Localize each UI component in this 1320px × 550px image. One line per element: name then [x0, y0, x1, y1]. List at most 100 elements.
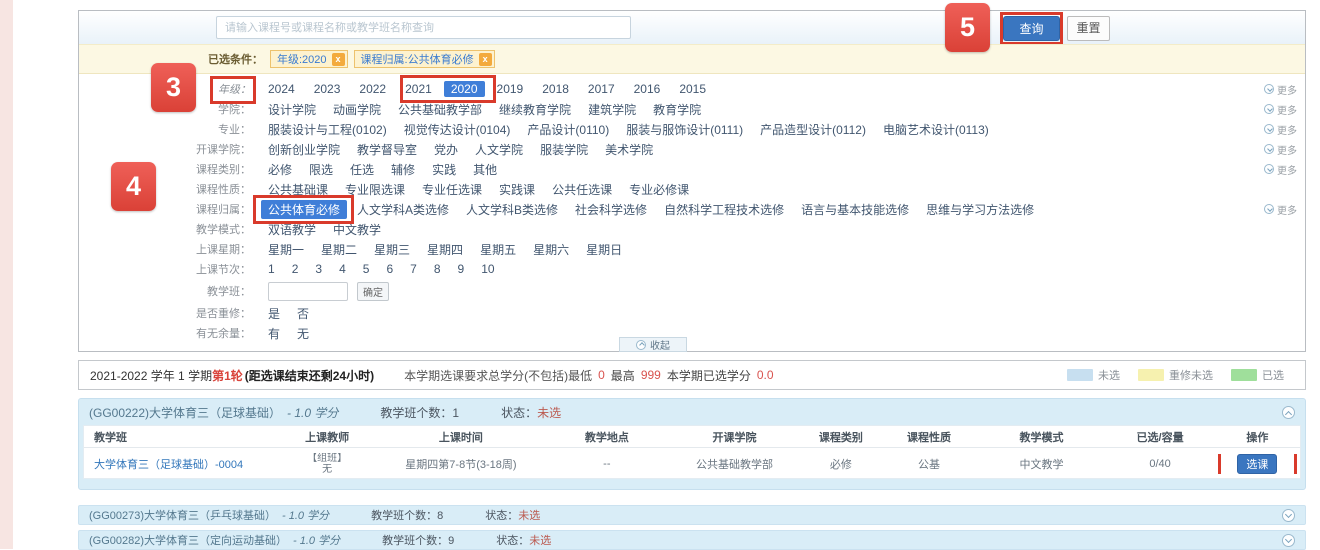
filter-option[interactable]: 公共体育必修 [261, 200, 347, 219]
filter-option[interactable]: 教学督导室 [357, 141, 417, 158]
more-link[interactable]: 更多 [1264, 122, 1297, 137]
mode-cell: 中文教学 [978, 456, 1106, 472]
filter-option[interactable]: 2019 [497, 82, 524, 96]
filter-option[interactable]: 4 [339, 262, 346, 276]
filter-option[interactable]: 辅修 [391, 161, 415, 178]
filter-option[interactable]: 教育学院 [653, 101, 701, 118]
more-link[interactable]: 更多 [1264, 202, 1297, 217]
filter-options: 服装设计与工程(0102) 视觉传达设计(0104) 产品设计(0110) 服装与服饰… [268, 121, 989, 138]
remove-tag-icon[interactable]: x [332, 53, 345, 66]
filter-option[interactable]: 人文学科B类选修 [466, 201, 558, 218]
filter-option[interactable]: 9 [458, 262, 465, 276]
condition-tag-belong[interactable]: 课程归属:公共体育必修 x [354, 50, 495, 68]
remove-tag-icon[interactable]: x [479, 53, 492, 66]
more-link[interactable]: 更多 [1264, 82, 1297, 97]
filter-option[interactable]: 电脑艺术设计(0113) [883, 121, 989, 138]
filter-option[interactable]: 2016 [634, 82, 661, 96]
filter-option[interactable]: 美术学院 [605, 141, 653, 158]
filter-option[interactable]: 实践课 [499, 181, 535, 198]
expand-group-icon[interactable] [1282, 509, 1295, 522]
filter-option[interactable]: 8 [434, 262, 441, 276]
filter-option[interactable]: 任选 [350, 161, 374, 178]
filter-option[interactable]: 公共基础教学部 [398, 101, 482, 118]
filter-option[interactable]: 专业限选课 [345, 181, 405, 198]
filter-option[interactable]: 人文学科A类选修 [357, 201, 449, 218]
col-header-time: 上课时间 [376, 429, 546, 445]
filter-option[interactable]: 6 [386, 262, 393, 276]
filter-option[interactable]: 2 [292, 262, 299, 276]
filter-option[interactable]: 设计学院 [268, 101, 316, 118]
course-credit: - 1.0 学分 [287, 404, 338, 421]
filter-option[interactable]: 无 [297, 325, 309, 342]
condition-tag-grade[interactable]: 年级:2020 x [270, 50, 348, 68]
filter-option[interactable]: 否 [297, 305, 309, 322]
filter-option[interactable]: 建筑学院 [588, 101, 636, 118]
reset-button[interactable]: 重置 [1067, 16, 1110, 41]
search-input[interactable] [216, 16, 631, 39]
filter-options: 是否 [268, 305, 309, 322]
filter-option[interactable]: 星期一 [268, 241, 304, 258]
filter-option[interactable]: 2022 [359, 82, 386, 96]
filter-option[interactable]: 星期三 [374, 241, 410, 258]
filter-option[interactable]: 公共任选课 [552, 181, 612, 198]
filter-option[interactable]: 限选 [309, 161, 333, 178]
filter-option[interactable]: 动画学院 [333, 101, 381, 118]
course-group-pingpong[interactable]: (GG00273)大学体育三（乒乓球基础） - 1.0 学分 教学班个数：8 状… [78, 505, 1306, 525]
more-link[interactable]: 更多 [1264, 102, 1297, 117]
collapse-filters-tab[interactable]: 收起 [619, 337, 687, 352]
filter-option[interactable]: 必修 [268, 161, 292, 178]
filter-option[interactable]: 视觉传达设计(0104) [404, 121, 511, 138]
filter-option[interactable]: 产品造型设计(0112) [760, 121, 866, 138]
confirm-button[interactable]: 确定 [357, 282, 389, 301]
query-button[interactable]: 查询 [1003, 16, 1060, 41]
filter-option[interactable]: 专业必修课 [629, 181, 689, 198]
select-course-button[interactable]: 选课 [1237, 454, 1277, 474]
filter-option[interactable]: 2020 [444, 81, 485, 97]
filter-option[interactable]: 星期四 [427, 241, 463, 258]
filter-option[interactable]: 1 [268, 262, 275, 276]
filter-option[interactable]: 2024 [268, 82, 295, 96]
course-group-header[interactable]: (GG00222)大学体育三（足球基础） - 1.0 学分 教学班个数：1 状态… [79, 399, 1305, 425]
earned-credit-label: 本学期已选学分 [667, 367, 751, 384]
filter-option[interactable]: 其他 [473, 161, 497, 178]
status-legend: 未选 重修未选 已选 [1067, 367, 1294, 383]
filter-option[interactable]: 语言与基本技能选修 [801, 201, 909, 218]
filter-label: 课程性质： [79, 181, 251, 197]
filter-option[interactable]: 10 [481, 262, 494, 276]
filter-option[interactable]: 有 [268, 325, 280, 342]
more-link[interactable]: 更多 [1264, 142, 1297, 157]
course-credit: - 1.0 学分 [282, 507, 329, 523]
filter-option[interactable]: 2023 [314, 82, 341, 96]
filter-option[interactable]: 继续教育学院 [499, 101, 571, 118]
filter-option[interactable]: 星期五 [480, 241, 516, 258]
filter-option[interactable]: 服装与服饰设计(0111) [626, 121, 743, 138]
filter-option[interactable]: 2015 [679, 82, 706, 96]
filter-option[interactable]: 星期六 [533, 241, 569, 258]
filter-option[interactable]: 服装设计与工程(0102) [268, 121, 387, 138]
filter-option[interactable]: 是 [268, 305, 280, 322]
filter-option[interactable]: 自然科学工程技术选修 [664, 201, 784, 218]
filter-option[interactable]: 党办 [434, 141, 458, 158]
more-link[interactable]: 更多 [1264, 162, 1297, 177]
class-name-input[interactable] [268, 282, 348, 301]
filter-option[interactable]: 社会科学选修 [575, 201, 647, 218]
filter-option[interactable]: 创新创业学院 [268, 141, 340, 158]
filter-option[interactable]: 人文学院 [475, 141, 523, 158]
filter-option[interactable]: 实践 [432, 161, 456, 178]
filter-option[interactable]: 3 [315, 262, 322, 276]
filter-option[interactable]: 产品设计(0110) [527, 121, 609, 138]
course-group-orienteering[interactable]: (GG00282)大学体育三（定向运动基础） - 1.0 学分 教学班个数：9 … [78, 530, 1306, 550]
filter-option[interactable]: 思维与学习方法选修 [926, 201, 1034, 218]
expand-group-icon[interactable] [1282, 534, 1295, 547]
filter-options: 有无 [268, 325, 309, 342]
filter-option[interactable]: 专业任选课 [422, 181, 482, 198]
filter-option[interactable]: 2017 [588, 82, 615, 96]
filter-option[interactable]: 7 [410, 262, 417, 276]
filter-option[interactable]: 2018 [542, 82, 569, 96]
class-name-link[interactable]: 大学体育三（足球基础）-0004 [94, 459, 243, 471]
filter-option[interactable]: 5 [363, 262, 370, 276]
filter-option[interactable]: 服装学院 [540, 141, 588, 158]
collapse-group-icon[interactable] [1282, 406, 1295, 419]
filter-option[interactable]: 星期二 [321, 241, 357, 258]
filter-option[interactable]: 星期日 [586, 241, 622, 258]
